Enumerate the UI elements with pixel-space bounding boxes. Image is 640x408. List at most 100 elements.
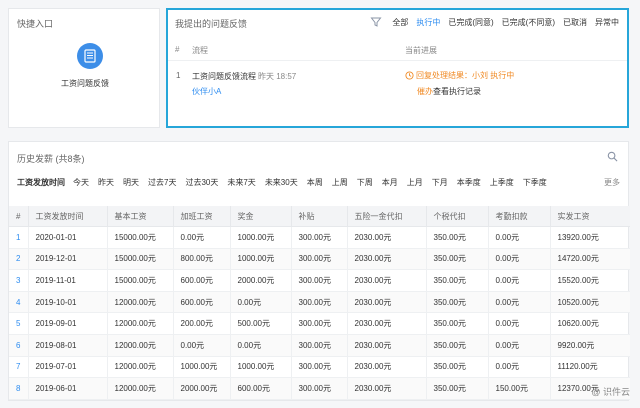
- table-row[interactable]: 7 2019-07-01 12000.00元 1000.00元 1000.00元 300.…: [9, 356, 630, 379]
- col-header[interactable]: 基本工资: [107, 206, 174, 227]
- search-icon[interactable]: [607, 151, 618, 162]
- table-row[interactable]: 1 2020-01-01 15000.00元 0.00元 1000.00元 300.00元…: [9, 226, 630, 249]
- date-opt-last-quarter[interactable]: 上季度: [490, 177, 514, 188]
- table-row[interactable]: 3 2019-11-01 15000.00元 600.00元 2000.00元 300.0…: [9, 269, 630, 292]
- date-filter-row: 工资发放时间 今天 昨天 明天 过去7天 过去30天 未来7天 未来30天 本周…: [17, 177, 620, 188]
- table-cell: 2019-10-01: [28, 291, 108, 314]
- table-row[interactable]: 8 2019-06-01 12000.00元 2000.00元 600.00元 300.0…: [9, 377, 630, 400]
- table-cell: 12000.00元: [107, 334, 174, 357]
- table-cell: 350.00元: [426, 356, 489, 379]
- view-log-link[interactable]: 查看执行记录: [433, 87, 481, 96]
- table-row[interactable]: 6 2019-08-01 12000.00元 0.00元 0.00元 300.00元 203…: [9, 334, 630, 357]
- feedback-row[interactable]: 1 工资问题反馈流程 昨天 18:57 伙伴小A 回复处理结果：小刘 执行中 催…: [168, 62, 627, 112]
- feedback-time: 昨天 18:57: [258, 72, 297, 81]
- date-opt-past-7[interactable]: 过去7天: [148, 177, 176, 188]
- date-opt-today[interactable]: 今天: [73, 177, 89, 188]
- form-icon: [84, 49, 96, 63]
- table-cell: 800.00元: [173, 248, 231, 271]
- table-row[interactable]: 5 2019-09-01 12000.00元 200.00元 500.00元 300.00…: [9, 312, 630, 335]
- date-opt-next-quarter[interactable]: 下季度: [523, 177, 547, 188]
- table-cell: 2030.00元: [347, 226, 427, 249]
- col-header[interactable]: 补贴: [291, 206, 348, 227]
- table-cell: 350.00元: [426, 226, 489, 249]
- table-cell: 300.00元: [291, 356, 348, 379]
- row-index: 5: [9, 312, 29, 335]
- watermark: @ 识件云: [591, 385, 630, 398]
- filter-icon[interactable]: [370, 16, 382, 28]
- table-cell: 2030.00元: [347, 291, 427, 314]
- col-flow: 流程: [192, 46, 208, 55]
- col-header[interactable]: 工资发放时间: [28, 206, 108, 227]
- salary-feedback-app-label[interactable]: 工资问题反馈: [9, 78, 161, 89]
- date-opt-this-month[interactable]: 本月: [382, 177, 398, 188]
- more-link[interactable]: 更多: [604, 177, 620, 188]
- date-opt-next-month[interactable]: 下月: [432, 177, 448, 188]
- table-cell: 300.00元: [291, 312, 348, 335]
- date-opt-this-quarter[interactable]: 本季度: [457, 177, 481, 188]
- table-cell: 2030.00元: [347, 248, 427, 271]
- table-cell: 300.00元: [291, 291, 348, 314]
- table-row[interactable]: 4 2019-10-01 12000.00元 600.00元 0.00元 300.00元 2…: [9, 291, 630, 314]
- table-cell: 13920.00元: [550, 226, 630, 249]
- table-cell: 10620.00元: [550, 312, 630, 335]
- filter-in-progress[interactable]: 执行中: [416, 17, 440, 28]
- date-opt-tomorrow[interactable]: 明天: [123, 177, 139, 188]
- feedback-panel-title: 我提出的问题反馈: [175, 19, 248, 29]
- date-opt-next-week[interactable]: 下周: [357, 177, 373, 188]
- salary-feedback-app-icon[interactable]: [77, 43, 103, 69]
- filter-completed-agreed[interactable]: 已完成(同意): [448, 17, 493, 28]
- table-row[interactable]: 2 2019-12-01 15000.00元 800.00元 1000.00元 300.0…: [9, 248, 630, 271]
- table-cell: 0.00元: [230, 291, 292, 314]
- quick-entry-title: 快捷入口: [17, 19, 54, 29]
- urge-link[interactable]: 催办: [417, 87, 433, 96]
- table-cell: 0.00元: [488, 334, 551, 357]
- date-opt-next-7[interactable]: 未来7天: [227, 177, 255, 188]
- filter-cancelled[interactable]: 已取消: [563, 17, 587, 28]
- table-cell: 2019-06-01: [28, 377, 108, 400]
- table-cell: 2030.00元: [347, 356, 427, 379]
- table-cell: 2030.00元: [347, 334, 427, 357]
- feedback-submitter[interactable]: 伙伴小A: [192, 86, 221, 97]
- table-cell: 350.00元: [426, 334, 489, 357]
- feedback-status-filters: 全部 执行中 已完成(同意) 已完成(不同意) 已取消 异常中: [392, 17, 619, 28]
- filter-completed-disagreed[interactable]: 已完成(不同意): [502, 17, 555, 28]
- date-filter-label: 工资发放时间: [17, 178, 65, 187]
- col-header[interactable]: 五险一金代扣: [347, 206, 427, 227]
- table-cell: 11120.00元: [550, 356, 630, 379]
- feedback-flow-name[interactable]: 工资问题反馈流程: [192, 71, 256, 82]
- table-cell: 300.00元: [291, 269, 348, 292]
- table-cell: 1000.00元: [173, 356, 231, 379]
- table-cell: 12000.00元: [107, 356, 174, 379]
- row-index: 4: [9, 291, 29, 314]
- table-cell: 350.00元: [426, 269, 489, 292]
- date-opt-last-week[interactable]: 上周: [332, 177, 348, 188]
- date-opt-this-week[interactable]: 本周: [307, 177, 323, 188]
- table-cell: 1000.00元: [230, 356, 292, 379]
- date-opt-yesterday[interactable]: 昨天: [98, 177, 114, 188]
- my-feedback-panel: 我提出的问题反馈 全部 执行中 已完成(同意) 已完成(不同意) 已取消 异常中…: [166, 8, 629, 128]
- feedback-progress-text: 回复处理结果：小刘 执行中: [416, 71, 515, 80]
- filter-all[interactable]: 全部: [392, 17, 408, 28]
- filter-abnormal[interactable]: 异常中: [595, 17, 619, 28]
- date-opt-next-30[interactable]: 未来30天: [265, 177, 298, 188]
- col-header[interactable]: 考勤扣款: [488, 206, 551, 227]
- table-cell: 15000.00元: [107, 269, 174, 292]
- date-opt-last-month[interactable]: 上月: [407, 177, 423, 188]
- table-cell: 2020-01-01: [28, 226, 108, 249]
- table-cell: 12000.00元: [107, 377, 174, 400]
- table-header-row: # 工资发放时间 基本工资 加班工资 奖金 补贴 五险一金代扣 个税代扣 考勤扣…: [9, 206, 630, 227]
- salary-history-table: # 工资发放时间 基本工资 加班工资 奖金 补贴 五险一金代扣 个税代扣 考勤扣…: [9, 206, 630, 400]
- col-header[interactable]: 奖金: [230, 206, 292, 227]
- table-cell: 600.00元: [230, 377, 292, 400]
- table-cell: 15000.00元: [107, 226, 174, 249]
- table-cell: 12000.00元: [107, 291, 174, 314]
- date-opt-past-30[interactable]: 过去30天: [185, 177, 218, 188]
- col-header[interactable]: 实发工资: [550, 206, 630, 227]
- col-header[interactable]: 个税代扣: [426, 206, 489, 227]
- table-cell: 350.00元: [426, 291, 489, 314]
- table-cell: 0.00元: [173, 226, 231, 249]
- row-index: 7: [9, 356, 29, 379]
- table-cell: 2000.00元: [230, 269, 292, 292]
- col-num: #: [175, 45, 180, 54]
- col-header[interactable]: 加班工资: [173, 206, 231, 227]
